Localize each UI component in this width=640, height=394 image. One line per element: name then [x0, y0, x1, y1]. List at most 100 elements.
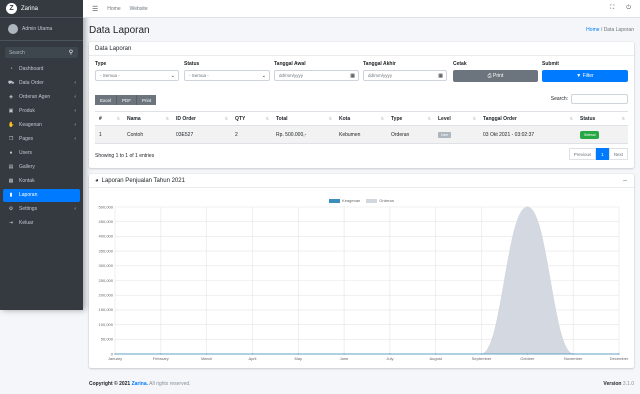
- sidebar-item-dashboard[interactable]: ◔ Dashboard: [3, 63, 80, 76]
- sidebar-search-input[interactable]: [5, 47, 64, 58]
- chevron-left-icon: ‹: [74, 80, 76, 87]
- pagination-next[interactable]: Next: [608, 148, 628, 160]
- chevron-down-icon: ⌄: [261, 72, 266, 79]
- sidebar-item-gallery[interactable]: ▤ Gallery: [3, 161, 80, 174]
- column-header-label: Tanggal Order: [483, 115, 517, 122]
- data-point: [206, 353, 208, 355]
- sort-icon[interactable]: ⇅: [428, 116, 431, 121]
- print-button-label: Print: [493, 73, 504, 79]
- filter-status-select[interactable]: - Semua - ⌄: [184, 70, 270, 81]
- sidebar-item-pages[interactable]: ❐ Pages ‹: [3, 133, 80, 146]
- sort-icon[interactable]: ⇅: [622, 116, 625, 121]
- sidebar-item-data-order[interactable]: ⛟ Data Order ‹: [3, 77, 80, 90]
- sidebar-item-label: Orderan Agen: [19, 94, 51, 101]
- footer-copyright-text: Copyright © 2021: [89, 381, 131, 387]
- menu-toggle-icon[interactable]: ☰: [92, 5, 98, 13]
- sidebar-item-produk[interactable]: ▣ Produk ‹: [3, 105, 80, 118]
- excel-button[interactable]: Excel: [95, 95, 117, 105]
- sidebar-item-keluar[interactable]: ⇥ Keluar: [3, 217, 80, 230]
- column-header[interactable]: Status ⇅: [576, 111, 628, 126]
- calendar-icon[interactable]: ▦: [350, 73, 355, 79]
- search-icon[interactable]: ⚲: [64, 47, 78, 58]
- end-date-placeholder: dd/mm/yyyy: [368, 73, 393, 78]
- filter-end-date: Tanggal Akhir dd/mm/yyyy ▦: [363, 61, 447, 81]
- avatar: [8, 24, 18, 34]
- sidebar-item-label: Gallery: [19, 164, 35, 171]
- filter-print-label: Cetak: [453, 61, 467, 67]
- y-tick-label: 200,000: [99, 293, 114, 298]
- x-tick-label: January: [108, 356, 122, 361]
- column-header[interactable]: Total ⇅: [272, 111, 335, 126]
- sort-icon[interactable]: ⇅: [329, 116, 332, 121]
- sidebar-item-keagenan[interactable]: ✋ Keagenan ‹: [3, 119, 80, 132]
- box-icon: ▣: [8, 108, 14, 115]
- print-export-button[interactable]: Print: [136, 95, 157, 105]
- start-date-placeholder: dd/mm/yyyy: [279, 73, 304, 78]
- pagination-page-1[interactable]: 1: [596, 148, 609, 160]
- sort-icon[interactable]: ⇅: [570, 116, 573, 121]
- sort-icon[interactable]: ⇅: [381, 116, 384, 121]
- brand-link[interactable]: Z Zarina: [0, 0, 83, 18]
- table-row[interactable]: 1 Contoh 03E527 2 Rp. 500.000,- Kebumen Ordera…: [95, 125, 628, 144]
- sort-icon[interactable]: ⇅: [473, 116, 476, 121]
- sales-chart-card: ◕ Laporan Penjualan Tahun 2021 – Keagena…: [89, 174, 634, 368]
- user-icon: ●: [9, 150, 13, 157]
- filter-type-select[interactable]: - Semua - ⌄: [95, 70, 179, 81]
- column-header[interactable]: QTY ⇅: [231, 111, 272, 126]
- sort-icon[interactable]: ⇅: [225, 116, 228, 121]
- print-button[interactable]: ⎙ Print: [453, 70, 538, 82]
- sidebar-item-orderan-agen[interactable]: ◈ Orderan Agen ‹: [3, 91, 80, 104]
- breadcrumb-home[interactable]: Home: [586, 27, 599, 33]
- filter-button-label: Filter: [582, 73, 594, 79]
- nav-home-link[interactable]: Home: [107, 6, 120, 12]
- cell-status[interactable]: Selesai: [580, 130, 600, 139]
- x-tick-label: March: [201, 356, 212, 361]
- sidebar-item-settings[interactable]: ⚙ Settings ‹: [3, 203, 80, 216]
- pdf-button[interactable]: PDF: [116, 95, 137, 105]
- column-header[interactable]: Nama ⇅: [123, 111, 172, 126]
- column-header-label: Status: [580, 115, 596, 122]
- brand-name: Zarina: [21, 5, 39, 12]
- footer-brand-link[interactable]: Zarina.: [132, 381, 148, 387]
- pagination-previous[interactable]: Previous: [568, 148, 597, 160]
- column-header[interactable]: Tanggal Order ⇅: [479, 111, 576, 126]
- sort-icon[interactable]: ⇅: [166, 116, 169, 121]
- sign-out-icon: ⇥: [8, 220, 14, 227]
- sort-icon[interactable]: ⇅: [117, 116, 120, 121]
- power-icon[interactable]: ⏻: [626, 5, 631, 12]
- image-icon: ▤: [8, 164, 14, 171]
- nav-website-link[interactable]: Website: [130, 6, 148, 12]
- sidebar-item-users[interactable]: ● Users: [3, 147, 80, 160]
- sidebar-item-label: Pages: [19, 136, 34, 143]
- sidebar-item-label: Users: [19, 150, 33, 157]
- column-header[interactable]: Kota ⇅: [335, 111, 387, 126]
- y-tick-label: 300,000: [99, 263, 114, 268]
- filter-button[interactable]: ▼ Filter: [542, 70, 628, 82]
- sidebar-search: ⚲: [5, 47, 78, 58]
- start-date-input[interactable]: dd/mm/yyyy ▦: [274, 70, 359, 81]
- fullscreen-icon[interactable]: ⛶: [610, 5, 614, 12]
- filter-status: Status - Semua - ⌄: [184, 61, 270, 81]
- brand-logo-icon: Z: [6, 3, 17, 14]
- table-search-input[interactable]: [571, 94, 628, 104]
- sidebar-item-label: Keagenan: [19, 122, 42, 129]
- calendar-icon[interactable]: ▦: [438, 73, 443, 79]
- sidebar-item-kontak[interactable]: ▦ Kontak: [3, 175, 80, 188]
- chevron-left-icon: ‹: [74, 122, 76, 129]
- chevron-left-icon: ‹: [74, 94, 76, 101]
- report-card-title: Data Laporan: [89, 42, 634, 56]
- sidebar-item-laporan[interactable]: ▮ Laporan: [3, 189, 80, 202]
- sidebar-item-label: Settings: [19, 206, 38, 213]
- table-cell: User: [434, 125, 479, 144]
- x-tick-label: December: [610, 356, 629, 361]
- x-tick-label: July: [386, 356, 393, 361]
- column-header[interactable]: Level ⇅: [434, 111, 479, 126]
- column-header[interactable]: # ⇅: [95, 111, 123, 126]
- column-header[interactable]: Type ⇅: [387, 111, 434, 126]
- user-panel[interactable]: Admin Utama: [0, 18, 83, 41]
- column-header[interactable]: ID Order ⇅: [172, 111, 231, 126]
- y-tick-label: 450,000: [99, 219, 114, 224]
- end-date-input[interactable]: dd/mm/yyyy ▦: [363, 70, 447, 81]
- sort-icon[interactable]: ⇅: [266, 116, 269, 121]
- table-cell: Rp. 500.000,-: [272, 125, 335, 144]
